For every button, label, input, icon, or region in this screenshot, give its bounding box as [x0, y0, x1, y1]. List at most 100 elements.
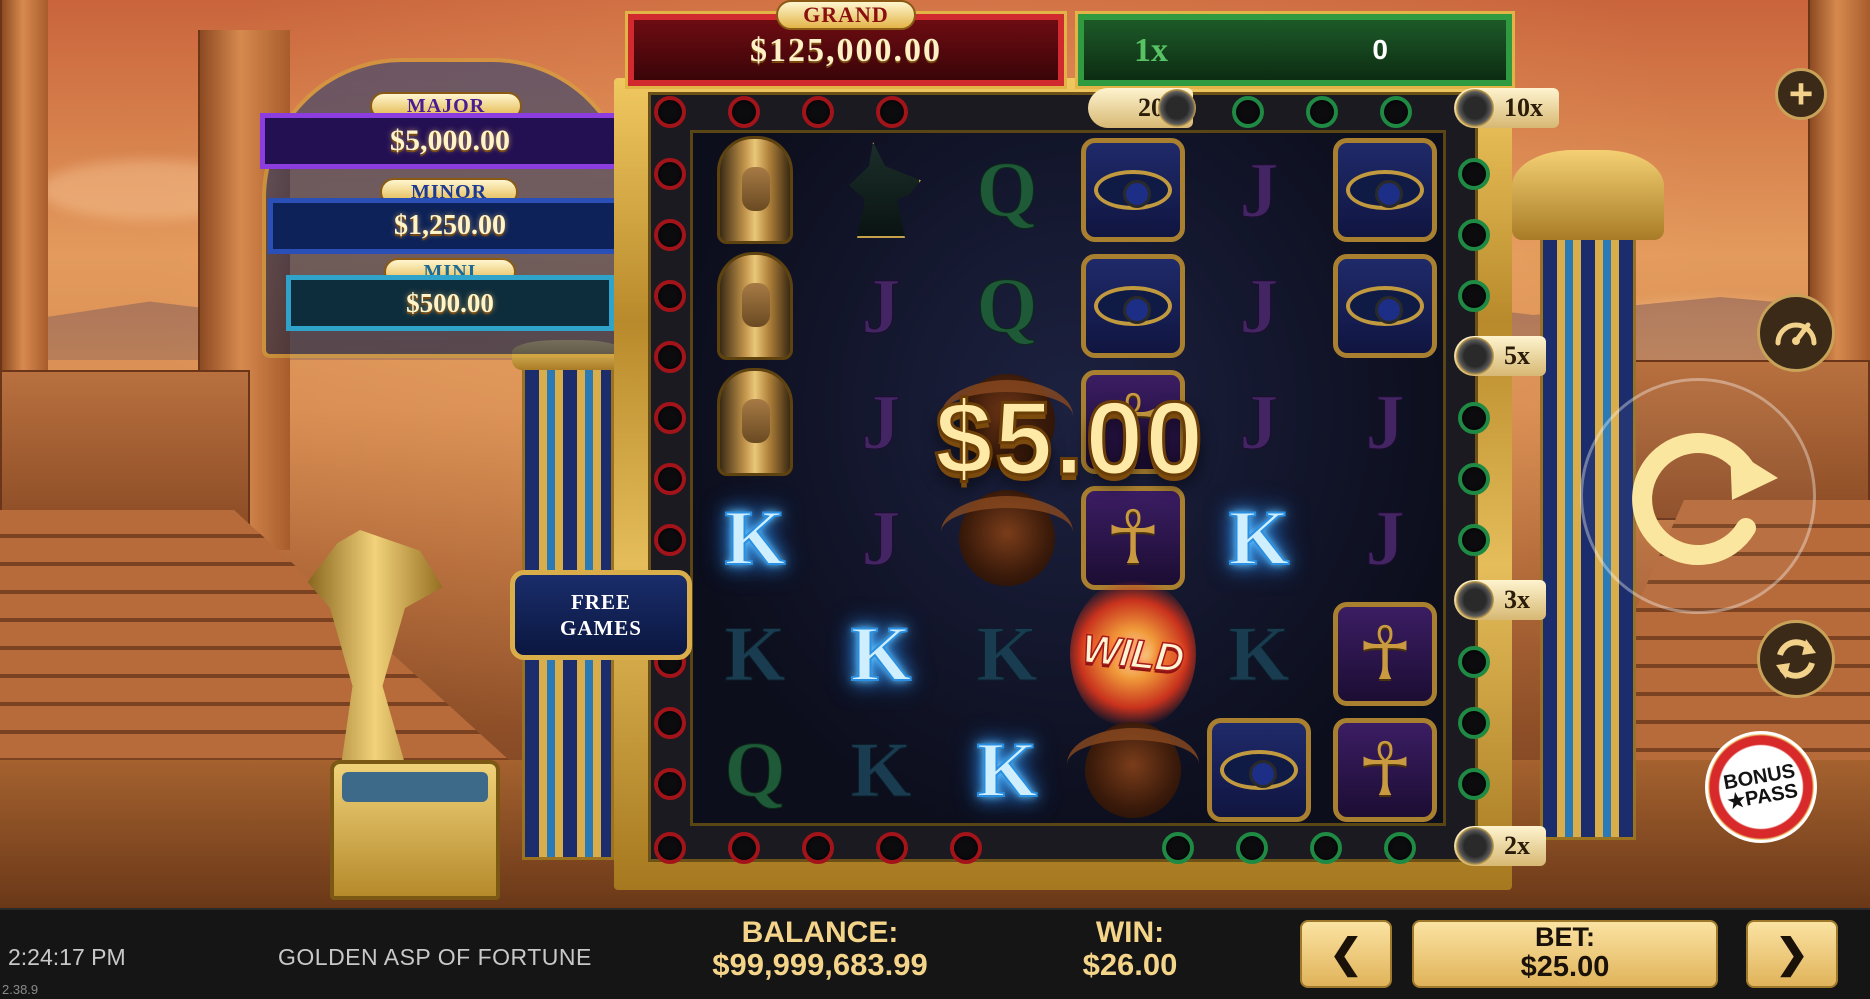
multiplier-knob — [1456, 89, 1494, 127]
k-letter: K — [1228, 610, 1290, 697]
minor-jackpot-value: $1,250.00 — [268, 198, 632, 254]
plus-button[interactable]: + — [1775, 68, 1827, 120]
red-indicator-dot — [654, 402, 686, 434]
green-indicator-dot — [1232, 96, 1264, 128]
symbol-k: K — [1196, 596, 1322, 712]
q-letter: Q — [976, 262, 1038, 349]
red-indicator-dot — [728, 96, 760, 128]
eye-tile — [1081, 138, 1185, 242]
scarab-icon — [1067, 722, 1199, 818]
green-indicator-dot — [1458, 280, 1490, 312]
k-letter: K — [1228, 494, 1291, 581]
symbol-j: J — [1196, 248, 1322, 364]
balance-label: BALANCE: — [741, 916, 899, 949]
red-indicator-dot — [654, 707, 686, 739]
spin-arrow-icon — [1632, 433, 1778, 565]
red-indicator-dot — [654, 832, 686, 864]
red-indicator-dot — [654, 463, 686, 495]
turbo-speed-button[interactable] — [1757, 294, 1835, 372]
chevron-right-icon: ❯ — [1775, 932, 1809, 976]
multiplier-tag-label: 2x — [1504, 831, 1530, 860]
green-indicator-dot — [1310, 832, 1342, 864]
red-indicator-dot — [876, 96, 908, 128]
symbol-eye — [1322, 248, 1448, 364]
symbol-j: J — [818, 248, 944, 364]
k-letter: K — [976, 726, 1039, 813]
j-letter: J — [1365, 494, 1405, 581]
j-letter: J — [861, 494, 901, 581]
red-indicator-dot — [654, 341, 686, 373]
autoplay-button[interactable] — [1757, 620, 1835, 698]
symbol-q: Q — [944, 248, 1070, 364]
treasure-chest-icon — [330, 760, 500, 900]
grand-label: GRAND — [776, 0, 916, 30]
balance-value: $99,999,683.99 — [712, 947, 928, 982]
spin-button[interactable] — [1580, 378, 1816, 614]
right-column-capital — [1512, 150, 1664, 240]
grand-jackpot-value: $125,000.00 — [750, 32, 942, 69]
symbol-pharaoh — [692, 132, 818, 248]
green-indicator-dot — [1458, 707, 1490, 739]
anubis-icon — [849, 142, 921, 238]
multiplier-tag-label: 10x — [1504, 93, 1543, 122]
speedometer-icon — [1775, 322, 1817, 346]
red-indicator-dot — [950, 832, 982, 864]
ankh-tile: ☥ — [1333, 602, 1437, 706]
ankh-tile: ☥ — [1081, 486, 1185, 590]
red-indicator-dot — [802, 832, 834, 864]
multiplier-knob — [1158, 89, 1196, 127]
green-indicator-dot — [1384, 832, 1416, 864]
green-indicator-dot — [1458, 158, 1490, 190]
green-indicator-dot — [1380, 96, 1412, 128]
multiplier-count: 0 — [1372, 34, 1388, 65]
red-indicator-dot — [654, 158, 686, 190]
k-letter: K — [850, 610, 913, 697]
red-indicator-dot — [728, 832, 760, 864]
plus-icon: + — [1788, 70, 1814, 117]
version-number: 2.38.9 — [2, 982, 39, 997]
j-letter: J — [1239, 262, 1279, 349]
red-indicator-dot — [802, 96, 834, 128]
red-indicator-dot — [654, 768, 686, 800]
symbol-j: J — [1196, 132, 1322, 248]
bet-decrease-button[interactable]: ❮ — [1300, 920, 1392, 988]
symbol-q: Q — [692, 712, 818, 828]
bet-increase-button[interactable]: ❯ — [1746, 920, 1838, 988]
major-jackpot-value: $5,000.00 — [260, 113, 640, 169]
k-letter: K — [976, 610, 1038, 697]
ankh-icon: ☥ — [1105, 495, 1161, 581]
red-indicator-dot — [654, 219, 686, 251]
symbol-wild: WILD — [1070, 579, 1196, 729]
multiplier-tag-label: 3x — [1504, 585, 1530, 614]
symbol-pharaoh — [692, 248, 818, 364]
multiplier-bar: 1x 0 — [1075, 11, 1515, 89]
eye-tile — [1081, 254, 1185, 358]
ankh-icon: ☥ — [1357, 611, 1413, 697]
chevron-left-icon: ❮ — [1329, 932, 1363, 976]
pharaoh-icon — [717, 252, 793, 360]
green-indicator-dot — [1458, 219, 1490, 251]
clock-time: 2:24:17 PM — [8, 944, 126, 970]
win-amount-display: $5.00 — [933, 380, 1206, 499]
eye-tile — [1207, 718, 1311, 822]
pharaoh-icon — [717, 136, 793, 244]
free-games-badge[interactable]: FREE GAMES — [510, 570, 692, 660]
symbol-k-winning: K — [818, 596, 944, 712]
bet-display-button[interactable]: BET: $25.00 — [1412, 920, 1718, 988]
scarab-icon — [941, 490, 1073, 586]
symbol-eye — [1070, 132, 1196, 248]
symbol-k-winning: K — [944, 712, 1070, 828]
win-value: $26.00 — [1082, 947, 1178, 982]
left-temple — [0, 370, 250, 530]
ankh-icon: ☥ — [1357, 727, 1413, 813]
green-indicator-dot — [1162, 832, 1194, 864]
symbol-eye — [1322, 132, 1448, 248]
multiplier-value: 1x — [1134, 32, 1168, 69]
game-title: GOLDEN ASP OF FORTUNE — [278, 944, 592, 970]
win-label: WIN: — [1095, 916, 1165, 949]
multiplier-tag-label: 5x — [1504, 341, 1530, 370]
green-indicator-dot — [1458, 463, 1490, 495]
red-indicator-dot — [654, 524, 686, 556]
wild-label: WILD — [1079, 626, 1187, 682]
red-indicator-dot — [654, 96, 686, 128]
